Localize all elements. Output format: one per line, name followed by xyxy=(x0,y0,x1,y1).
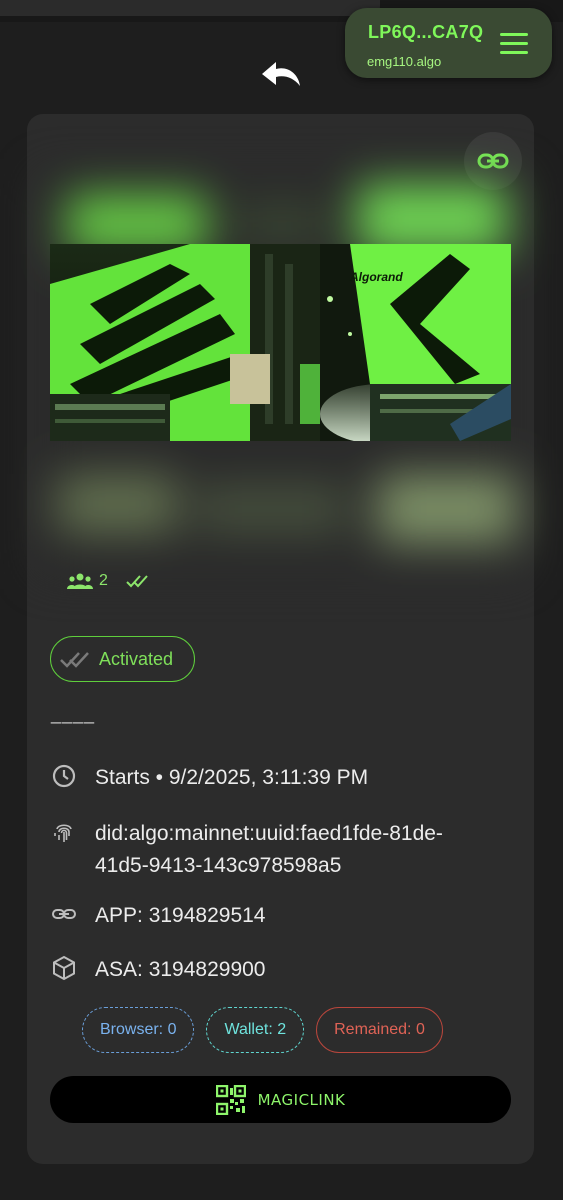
link-icon xyxy=(52,909,76,919)
claim-counters: Browser: 0 Wallet: 2 Remained: 0 xyxy=(82,1007,443,1053)
group-icon xyxy=(67,573,93,589)
double-check-icon xyxy=(126,575,148,588)
did-row: did:algo:mainnet:uuid:faed1fde-81de- 41d… xyxy=(51,818,443,882)
wallet-name: emg110.algo xyxy=(367,54,442,69)
participant-count: 2 xyxy=(99,572,108,589)
wallet-count-chip[interactable]: Wallet: 2 xyxy=(206,1007,305,1053)
start-time-row: Starts • 9/2/2025, 3:11:39 PM xyxy=(51,762,368,794)
app-row: APP: 3194829514 xyxy=(51,900,265,932)
wallet-address: LP6Q...CA7Q xyxy=(368,22,484,42)
asa-id: ASA: 3194829900 xyxy=(95,958,266,981)
magiclink-button[interactable]: MAGICLINK xyxy=(50,1076,511,1123)
event-banner-image: Algorand xyxy=(50,244,511,441)
wallet-pill[interactable]: LP6Q...CA7Q emg110.algo xyxy=(345,8,552,78)
double-check-icon xyxy=(60,652,89,668)
did-line-1: did:algo:mainnet:uuid:faed1fde-81de- xyxy=(95,822,443,845)
hamburger-menu-icon[interactable] xyxy=(500,33,528,55)
qr-code-icon xyxy=(215,1084,246,1115)
fingerprint-icon xyxy=(54,824,72,842)
asa-row: ASA: 3194829900 xyxy=(51,954,265,986)
description-divider: ____ xyxy=(51,704,96,724)
clock-icon xyxy=(52,764,76,788)
event-card: Algorand 2 Activated ____ Starts • 9/2/2… xyxy=(27,114,534,1164)
status-label: Activated xyxy=(99,648,174,669)
app-id: APP: 3194829514 xyxy=(95,904,266,927)
event-stats: 2 xyxy=(67,570,152,592)
top-bar xyxy=(0,0,380,16)
browser-count-chip[interactable]: Browser: 0 xyxy=(82,1007,195,1053)
status-badge: Activated xyxy=(50,636,195,682)
banner-brand-text: Algorand xyxy=(349,270,403,284)
cube-icon xyxy=(53,955,75,981)
magiclink-label: MAGICLINK xyxy=(257,1090,346,1109)
did-line-2: 41d5-9413-143c978598a5 xyxy=(95,854,342,877)
start-time: Starts • 9/2/2025, 3:11:39 PM xyxy=(95,766,369,789)
banner-area: Algorand xyxy=(27,164,534,584)
remained-count-chip[interactable]: Remained: 0 xyxy=(316,1007,443,1053)
undo-arrow-icon[interactable] xyxy=(256,56,308,96)
